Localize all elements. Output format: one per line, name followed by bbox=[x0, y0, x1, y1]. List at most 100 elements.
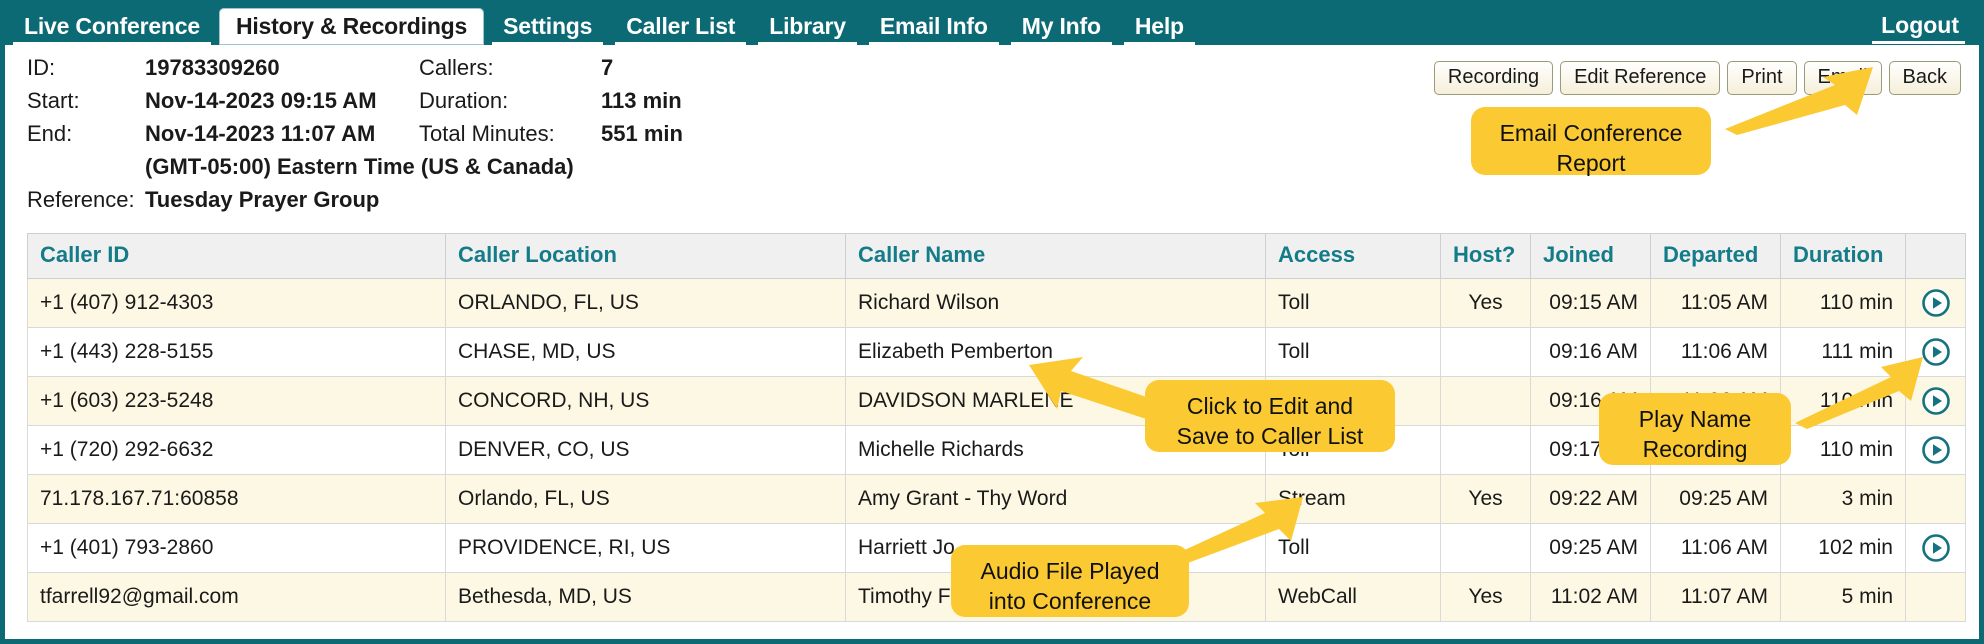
tab-live-conference[interactable]: Live Conference bbox=[7, 8, 217, 45]
cell-departed: 11:07 AM bbox=[1650, 572, 1781, 622]
callout-click-to-edit: Click to Edit and Save to Caller List bbox=[1145, 380, 1395, 452]
cell-host bbox=[1440, 376, 1531, 426]
tab-settings[interactable]: Settings bbox=[486, 8, 609, 45]
action-toolbar: Recording Edit Reference Print Email Bac… bbox=[1433, 61, 1961, 95]
cell-caller-location: DENVER, CO, US bbox=[445, 425, 846, 475]
id-label: ID: bbox=[27, 55, 56, 80]
cell-caller-name[interactable]: Elizabeth Pemberton bbox=[845, 327, 1266, 377]
col-duration[interactable]: Duration bbox=[1780, 233, 1906, 279]
cell-play bbox=[1905, 572, 1966, 622]
print-button[interactable]: Print bbox=[1727, 61, 1797, 95]
play-name-recording-icon[interactable] bbox=[1921, 288, 1951, 318]
col-play bbox=[1905, 233, 1966, 279]
total-minutes-value: 551 min bbox=[601, 121, 683, 146]
table-header-row: Caller ID Caller Location Caller Name Ac… bbox=[27, 233, 1966, 279]
info-row-end: End: Nov-14-2023 11:07 AM Total Minutes:… bbox=[27, 121, 683, 154]
cell-play[interactable] bbox=[1905, 523, 1966, 573]
callout-play-name: Play Name Recording bbox=[1599, 393, 1791, 465]
table-row[interactable]: +1 (407) 912-4303 ORLANDO, FL, US Richard … bbox=[27, 278, 1966, 328]
end-value: Nov-14-2023 11:07 AM bbox=[145, 121, 376, 146]
cell-departed: 11:05 AM bbox=[1650, 278, 1781, 328]
cell-joined: 11:02 AM bbox=[1530, 572, 1651, 622]
cell-access: WebCall bbox=[1265, 572, 1441, 622]
cell-caller-id: tfarrell92@gmail.com bbox=[27, 572, 446, 622]
cell-caller-id: +1 (401) 793-2860 bbox=[27, 523, 446, 573]
cell-caller-id: +1 (720) 292-6632 bbox=[27, 425, 446, 475]
cell-play[interactable] bbox=[1905, 425, 1966, 475]
table-row[interactable]: +1 (443) 228-5155 CHASE, MD, US Elizabeth … bbox=[27, 327, 1966, 377]
tab-library[interactable]: Library bbox=[752, 8, 863, 45]
callout-email-report: Email Conference Report bbox=[1471, 107, 1711, 176]
callout-audio-file: Audio File Played into Conference bbox=[951, 545, 1189, 617]
cell-duration: 3 min bbox=[1780, 474, 1906, 524]
cell-play[interactable] bbox=[1905, 376, 1966, 426]
col-caller-name[interactable]: Caller Name bbox=[845, 233, 1266, 279]
cell-joined: 09:22 AM bbox=[1530, 474, 1651, 524]
start-label: Start: bbox=[27, 88, 80, 113]
cell-host: Yes bbox=[1440, 572, 1531, 622]
col-caller-location[interactable]: Caller Location bbox=[445, 233, 846, 279]
cell-caller-location: PROVIDENCE, RI, US bbox=[445, 523, 846, 573]
logout-link[interactable]: Logout bbox=[1864, 8, 1979, 45]
cell-joined: 09:15 AM bbox=[1530, 278, 1651, 328]
recording-button[interactable]: Recording bbox=[1433, 61, 1554, 95]
cell-access: Stream bbox=[1265, 474, 1441, 524]
cell-departed: 09:25 AM bbox=[1650, 474, 1781, 524]
cell-joined: 09:16 AM bbox=[1530, 327, 1651, 377]
cell-caller-id: +1 (407) 912-4303 bbox=[27, 278, 446, 328]
duration-label: Duration: bbox=[419, 88, 509, 113]
cell-caller-name[interactable]: Amy Grant - Thy Word bbox=[845, 474, 1266, 524]
info-row-start: Start: Nov-14-2023 09:15 AM Duration: 11… bbox=[27, 88, 683, 121]
cell-host bbox=[1440, 523, 1531, 573]
email-button[interactable]: Email bbox=[1803, 61, 1882, 95]
tab-history-recordings[interactable]: History & Recordings bbox=[216, 6, 487, 45]
cell-host: Yes bbox=[1440, 474, 1531, 524]
id-value: 19783309260 bbox=[145, 55, 280, 80]
cell-caller-location: Bethesda, MD, US bbox=[445, 572, 846, 622]
col-joined[interactable]: Joined bbox=[1530, 233, 1651, 279]
play-name-recording-icon[interactable] bbox=[1921, 533, 1951, 563]
tab-caller-list[interactable]: Caller List bbox=[609, 8, 752, 45]
cell-caller-name[interactable]: Richard Wilson bbox=[845, 278, 1266, 328]
cell-duration: 110 min bbox=[1780, 278, 1906, 328]
cell-host: Yes bbox=[1440, 278, 1531, 328]
cell-caller-location: CHASE, MD, US bbox=[445, 327, 846, 377]
app-page: Live Conference History & Recordings Set… bbox=[0, 0, 1984, 644]
col-departed[interactable]: Departed bbox=[1650, 233, 1781, 279]
start-value: Nov-14-2023 09:15 AM bbox=[145, 88, 377, 113]
cell-host bbox=[1440, 327, 1531, 377]
info-row-timezone: (GMT-05:00) Eastern Time (US & Canada) bbox=[27, 154, 683, 187]
back-button[interactable]: Back bbox=[1888, 61, 1961, 95]
tab-help[interactable]: Help bbox=[1118, 8, 1201, 45]
cell-caller-id: 71.178.167.71:60858 bbox=[27, 474, 446, 524]
callers-label: Callers: bbox=[419, 55, 494, 80]
cell-caller-location: Orlando, FL, US bbox=[445, 474, 846, 524]
cell-duration: 110 min bbox=[1780, 376, 1906, 426]
info-row-reference: Reference: Tuesday Prayer Group bbox=[27, 187, 683, 220]
tab-email-info[interactable]: Email Info bbox=[863, 8, 1005, 45]
table-row[interactable]: 71.178.167.71:60858 Orlando, FL, US Amy Gr… bbox=[27, 474, 1966, 524]
cell-departed: 11:06 AM bbox=[1650, 523, 1781, 573]
cell-play[interactable] bbox=[1905, 327, 1966, 377]
table-header: Caller ID Caller Location Caller Name Ac… bbox=[27, 233, 1966, 279]
cell-duration: 110 min bbox=[1780, 425, 1906, 475]
cell-duration: 102 min bbox=[1780, 523, 1906, 573]
col-access[interactable]: Access bbox=[1265, 233, 1441, 279]
edit-reference-button[interactable]: Edit Reference bbox=[1560, 61, 1721, 95]
col-host[interactable]: Host? bbox=[1440, 233, 1531, 279]
cell-caller-id: +1 (603) 223-5248 bbox=[27, 376, 446, 426]
cell-play[interactable] bbox=[1905, 278, 1966, 328]
cell-caller-id: +1 (443) 228-5155 bbox=[27, 327, 446, 377]
reference-value: Tuesday Prayer Group bbox=[145, 187, 380, 212]
cell-duration: 5 min bbox=[1780, 572, 1906, 622]
cell-duration: 111 min bbox=[1780, 327, 1906, 377]
tab-my-info[interactable]: My Info bbox=[1005, 8, 1118, 45]
col-caller-id[interactable]: Caller ID bbox=[27, 233, 446, 279]
play-name-recording-icon[interactable] bbox=[1921, 337, 1951, 367]
cell-joined: 09:25 AM bbox=[1530, 523, 1651, 573]
main-navigation: Live Conference History & Recordings Set… bbox=[5, 5, 1979, 45]
callers-value: 7 bbox=[601, 55, 614, 80]
play-name-recording-icon[interactable] bbox=[1921, 435, 1951, 465]
reference-label: Reference: bbox=[27, 187, 135, 212]
play-name-recording-icon[interactable] bbox=[1921, 386, 1951, 416]
